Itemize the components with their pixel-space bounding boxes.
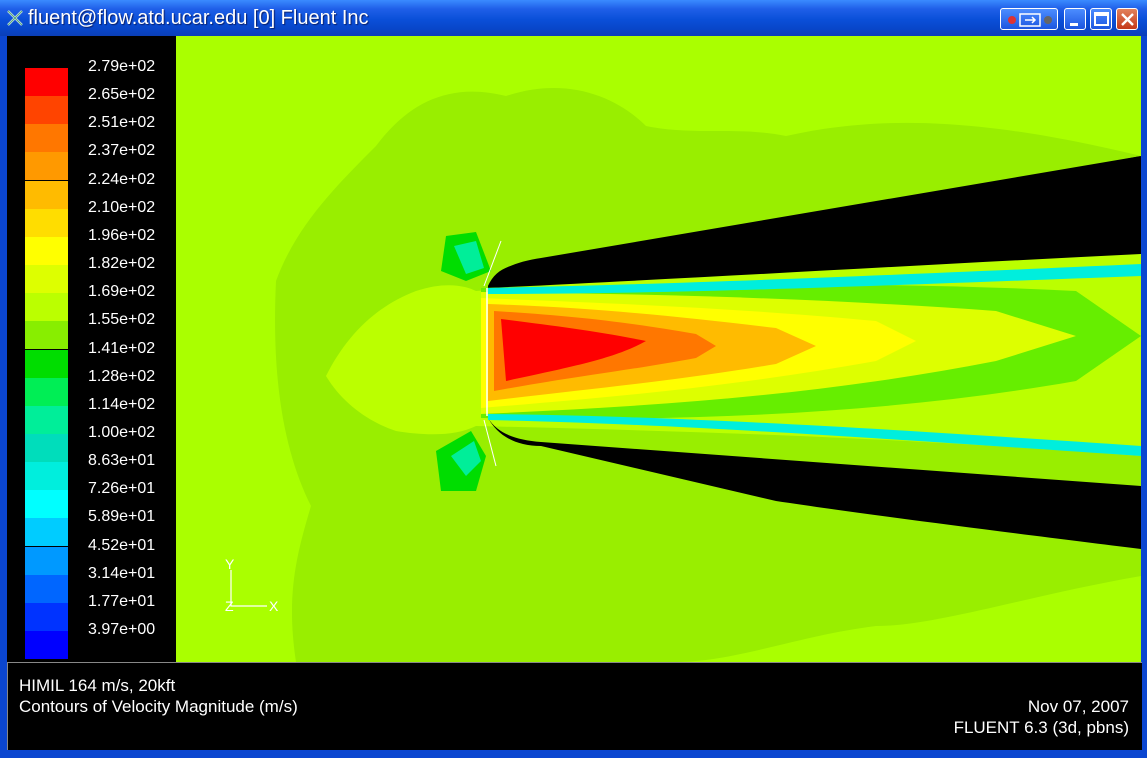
legend-label: 4.52e+01 <box>88 536 156 554</box>
legend-label: 2.10e+02 <box>88 198 156 216</box>
velocity-contour-plot[interactable] <box>176 36 1141 662</box>
legend-swatch <box>25 433 68 462</box>
window-title: fluent@flow.atd.ucar.edu [0] Fluent Inc <box>28 7 369 29</box>
title-bar[interactable]: fluent@flow.atd.ucar.edu [0] Fluent Inc <box>0 0 1147 36</box>
legend-swatch <box>25 152 68 181</box>
extra-icon <box>1008 13 1052 27</box>
fluent-version: FLUENT 6.3 (3d, pbns) <box>953 718 1129 737</box>
graphics-viewport[interactable]: 2.79e+02 2.65e+02 2.51e+02 2.37e+02 2.24e+02… <box>7 36 1141 662</box>
legend-swatch <box>25 180 68 209</box>
plot-title: Contours of Velocity Magnitude (m/s) <box>19 697 298 716</box>
legend-label: 2.65e+02 <box>88 86 156 104</box>
legend-swatch <box>25 349 68 378</box>
legend-swatch <box>25 293 68 322</box>
close-button[interactable] <box>1116 8 1138 30</box>
legend-label: 1.14e+02 <box>88 395 156 413</box>
legend-swatch <box>25 631 68 659</box>
legend-swatch <box>25 68 68 96</box>
legend-label: 2.24e+02 <box>88 170 156 188</box>
legend-label: 1.77e+01 <box>88 592 156 610</box>
legend-label: 2.37e+02 <box>88 142 156 160</box>
legend-label: 1.69e+02 <box>88 283 156 301</box>
legend-label: 2.79e+02 <box>88 58 156 75</box>
legend-label: 3.97e+00 <box>88 621 156 638</box>
legend-label: 1.55e+02 <box>88 311 156 329</box>
legend-swatch <box>25 574 68 603</box>
legend-swatch <box>25 490 68 519</box>
legend-label: 3.14e+01 <box>88 564 156 582</box>
fluent-window: fluent@flow.atd.ucar.edu [0] Fluent Inc <box>0 0 1147 758</box>
extra-button[interactable] <box>1000 8 1058 30</box>
window-frame-right[interactable] <box>1141 36 1147 758</box>
legend-label: 8.63e+01 <box>88 452 156 470</box>
legend-swatch <box>25 518 68 547</box>
minimize-icon <box>1070 23 1078 26</box>
x-icon <box>7 10 23 26</box>
legend-swatch <box>25 377 68 406</box>
legend-swatch <box>25 321 68 350</box>
legend-label: 1.28e+02 <box>88 367 156 385</box>
axis-z-label: Z <box>225 598 234 614</box>
legend-label: 2.51e+02 <box>88 114 156 132</box>
legend-swatch <box>25 265 68 294</box>
legend-label: 7.26e+01 <box>88 480 156 498</box>
plot-date: Nov 07, 2007 <box>1027 697 1129 716</box>
legend-swatch <box>25 208 68 237</box>
window-frame-left[interactable] <box>0 36 7 758</box>
legend-label: 1.82e+02 <box>88 255 156 273</box>
minimize-button[interactable] <box>1064 8 1086 30</box>
legend-swatch <box>25 124 68 153</box>
case-title: HIMIL 164 m/s, 20kft <box>19 676 176 695</box>
legend-swatch <box>25 236 68 265</box>
legend-label: 1.96e+02 <box>88 226 156 244</box>
axis-y-label: Y <box>225 556 235 572</box>
legend-swatch <box>25 602 68 631</box>
legend-label: 5.89e+01 <box>88 508 156 526</box>
maximize-button[interactable] <box>1090 8 1112 30</box>
info-panel: HIMIL 164 m/s, 20kft Contours of Velocit… <box>7 662 1142 751</box>
legend-swatch <box>25 462 68 491</box>
legend-swatch <box>25 405 68 434</box>
legend-label: 1.00e+02 <box>88 423 156 441</box>
legend-swatch <box>25 96 68 125</box>
legend-swatch <box>25 546 68 575</box>
close-icon <box>1121 13 1134 26</box>
axis-x-label: X <box>269 598 279 614</box>
legend-label: 1.41e+02 <box>88 339 156 357</box>
maximize-icon <box>1094 12 1109 26</box>
window-frame-bottom[interactable] <box>0 750 1147 758</box>
